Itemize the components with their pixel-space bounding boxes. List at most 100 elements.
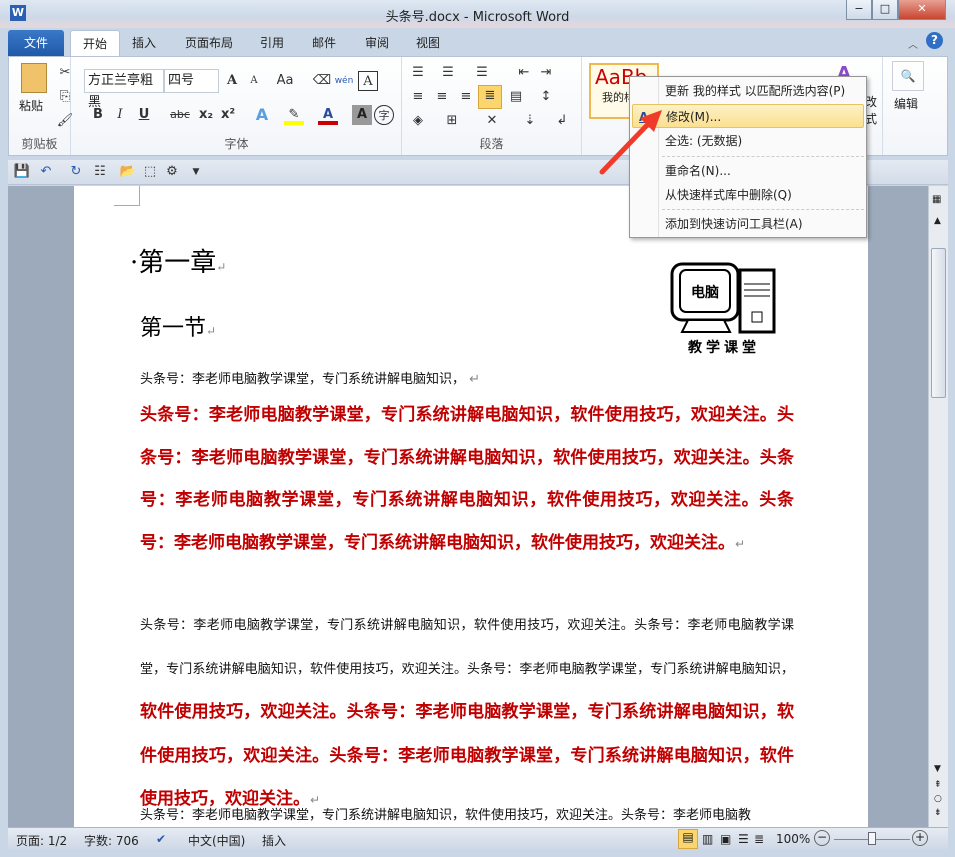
- justify-icon[interactable]: ≣: [478, 85, 502, 109]
- strikethrough-button[interactable]: abc: [166, 105, 194, 125]
- menu-separator: [662, 156, 864, 157]
- scroll-up-arrow[interactable]: ▲: [934, 216, 941, 226]
- vertical-scrollbar[interactable]: ▦ ▲ ▼ ⇞ ○ ⇟: [928, 186, 948, 827]
- bullets-icon[interactable]: ☰: [408, 63, 428, 83]
- editing-button[interactable]: 编辑: [894, 95, 918, 112]
- align-center-icon[interactable]: ≡: [432, 87, 452, 107]
- clear-format-icon[interactable]: ⌫: [312, 71, 332, 91]
- web-layout-icon[interactable]: ▣: [720, 832, 731, 846]
- zoom-out-button[interactable]: −: [814, 830, 830, 846]
- paragraph-1[interactable]: 头条号：李老师电脑教学课堂，专门系统讲解电脑知识， ↵: [140, 368, 794, 387]
- align-right-icon[interactable]: ≡: [456, 87, 476, 107]
- tab-review[interactable]: 审阅: [353, 30, 401, 56]
- character-border-button[interactable]: A: [358, 71, 378, 91]
- word-count[interactable]: 字数: 706: [84, 832, 139, 849]
- highlight-icon[interactable]: ✎: [284, 105, 304, 125]
- window-title: 头条号.docx - Microsoft Word: [0, 6, 955, 25]
- customize-qat-icon[interactable]: ▼: [186, 162, 206, 182]
- redo-icon[interactable]: ↻: [66, 162, 86, 182]
- collapse-ribbon-icon[interactable]: ︿: [908, 36, 918, 51]
- numbering-icon[interactable]: ☰: [438, 63, 458, 83]
- ruler-toggle-icon[interactable]: ▦: [932, 194, 941, 205]
- select-objects-icon[interactable]: ⬚: [140, 162, 160, 182]
- underline-button[interactable]: U: [134, 105, 154, 125]
- menu-item-add-to-qat[interactable]: 添加到快速访问工具栏(A): [632, 212, 864, 236]
- tab-home[interactable]: 开始: [70, 30, 120, 56]
- tab-insert[interactable]: 插入: [120, 30, 168, 56]
- grow-font-button[interactable]: A: [222, 71, 242, 91]
- status-bar: 页面: 1/2 字数: 706 ✔ 中文(中国) 插入 ▤ ▥ ▣ ☰ ≣ 10…: [8, 827, 948, 850]
- draft-icon[interactable]: ≣: [754, 832, 764, 846]
- help-icon[interactable]: ?: [926, 32, 943, 49]
- tab-page-layout[interactable]: 页面布局: [173, 30, 245, 56]
- numbering-qat-icon[interactable]: ☷: [90, 162, 110, 182]
- align-left-icon[interactable]: ≡: [408, 87, 428, 107]
- find-icon[interactable]: 🔍: [892, 61, 924, 91]
- next-page-icon[interactable]: ⇟: [934, 808, 942, 818]
- multilevel-list-icon[interactable]: ☰: [472, 63, 492, 83]
- scroll-down-arrow[interactable]: ▼: [934, 764, 941, 774]
- paragraph-4[interactable]: 头条号：李老师电脑教学课堂，专门系统讲解电脑知识，软件使用技巧，欢迎关注。头条号…: [140, 808, 794, 824]
- italic-button[interactable]: I: [110, 105, 130, 125]
- line-spacing-icon[interactable]: ↕: [536, 87, 556, 107]
- zoom-in-button[interactable]: +: [912, 830, 928, 846]
- decrease-indent-icon[interactable]: ⇤: [514, 63, 534, 83]
- browse-object-icon[interactable]: ○: [934, 794, 942, 804]
- font-group: 方正兰亭粗黑 四号 A A Aa ⌫ wén A B I U abc x₂ x²…: [72, 57, 402, 155]
- minimize-button[interactable]: −: [846, 0, 872, 20]
- tab-references[interactable]: 引用: [248, 30, 296, 56]
- maximize-button[interactable]: □: [872, 0, 898, 20]
- heading-1[interactable]: ·第一章↵: [130, 242, 226, 279]
- language-indicator[interactable]: 中文(中国): [188, 832, 245, 849]
- paste-button[interactable]: 粘贴: [19, 97, 43, 114]
- page-count[interactable]: 页面: 1/2: [16, 832, 67, 849]
- document-area: ·第一章↵ 第一节↵ 电脑 教学课堂 头条号：李老师电脑教学课堂，专门系统讲解电…: [8, 186, 928, 827]
- borders-icon[interactable]: ⊞: [442, 111, 462, 131]
- font-size-combo[interactable]: 四号: [164, 69, 219, 93]
- change-case-button[interactable]: Aa: [272, 71, 298, 91]
- font-name-combo[interactable]: 方正兰亭粗黑: [84, 69, 164, 93]
- paragraph-2[interactable]: 头条号：李老师电脑教学课堂，专门系统讲解电脑知识，软件使用技巧，欢迎关注。头条号…: [140, 394, 794, 565]
- undo-icon[interactable]: ↶: [36, 162, 56, 182]
- document-page[interactable]: ·第一章↵ 第一节↵ 电脑 教学课堂 头条号：李老师电脑教学课堂，专门系统讲解电…: [74, 186, 868, 827]
- paragraph-3[interactable]: 头条号：李老师电脑教学课堂，专门系统讲解电脑知识，软件使用技巧，欢迎关注。头条号…: [140, 604, 794, 822]
- full-screen-reading-icon[interactable]: ▥: [702, 832, 713, 846]
- previous-page-icon[interactable]: ⇞: [934, 780, 942, 790]
- character-shading-icon[interactable]: A: [352, 105, 372, 125]
- asian-layout-icon[interactable]: ✕: [482, 111, 502, 131]
- increase-indent-icon[interactable]: ⇥: [536, 63, 556, 83]
- proofing-icon[interactable]: ✔: [156, 832, 166, 846]
- shrink-font-button[interactable]: A: [244, 71, 264, 91]
- options-icon[interactable]: ⚙: [162, 162, 182, 182]
- sort-icon[interactable]: ⇣: [520, 111, 540, 131]
- heading-2[interactable]: 第一节↵: [140, 310, 216, 342]
- phonetic-guide-button[interactable]: wén: [334, 71, 354, 91]
- show-marks-icon[interactable]: ↲: [552, 111, 572, 131]
- paragraph-3-red-text: 软件使用技巧，欢迎关注。头条号：李老师电脑教学课堂，专门系统讲解电脑知识，软件使…: [140, 702, 794, 809]
- subscript-button[interactable]: x₂: [196, 105, 216, 125]
- text-effects-icon[interactable]: A: [252, 105, 272, 125]
- scrollbar-thumb[interactable]: [931, 248, 946, 398]
- enclose-characters-button[interactable]: 字: [374, 105, 394, 125]
- tab-view[interactable]: 视图: [404, 30, 452, 56]
- tab-mailings[interactable]: 邮件: [300, 30, 348, 56]
- menu-item-remove-from-gallery[interactable]: 从快速样式库中删除(Q): [632, 183, 864, 207]
- paragraph-group-label: 段落: [402, 135, 581, 152]
- zoom-level[interactable]: 100%: [776, 832, 810, 846]
- print-layout-icon[interactable]: ▤: [678, 829, 698, 849]
- red-arrow-annotation: [596, 100, 676, 180]
- paragraph-mark: ↵: [735, 537, 745, 551]
- close-button[interactable]: ✕: [898, 0, 946, 20]
- zoom-slider-thumb[interactable]: [868, 832, 876, 845]
- outline-icon[interactable]: ☰: [738, 832, 749, 846]
- distributed-icon[interactable]: ▤: [506, 87, 526, 107]
- shading-icon[interactable]: ◈: [408, 111, 428, 131]
- superscript-button[interactable]: x²: [218, 105, 238, 125]
- save-icon[interactable]: 💾: [12, 162, 32, 182]
- insert-mode[interactable]: 插入: [262, 832, 286, 849]
- paste-icon[interactable]: [21, 63, 47, 93]
- bold-button[interactable]: B: [88, 105, 108, 125]
- font-color-icon[interactable]: A: [318, 105, 338, 125]
- open-icon[interactable]: 📂: [118, 162, 138, 182]
- tab-file[interactable]: 文件: [8, 30, 64, 56]
